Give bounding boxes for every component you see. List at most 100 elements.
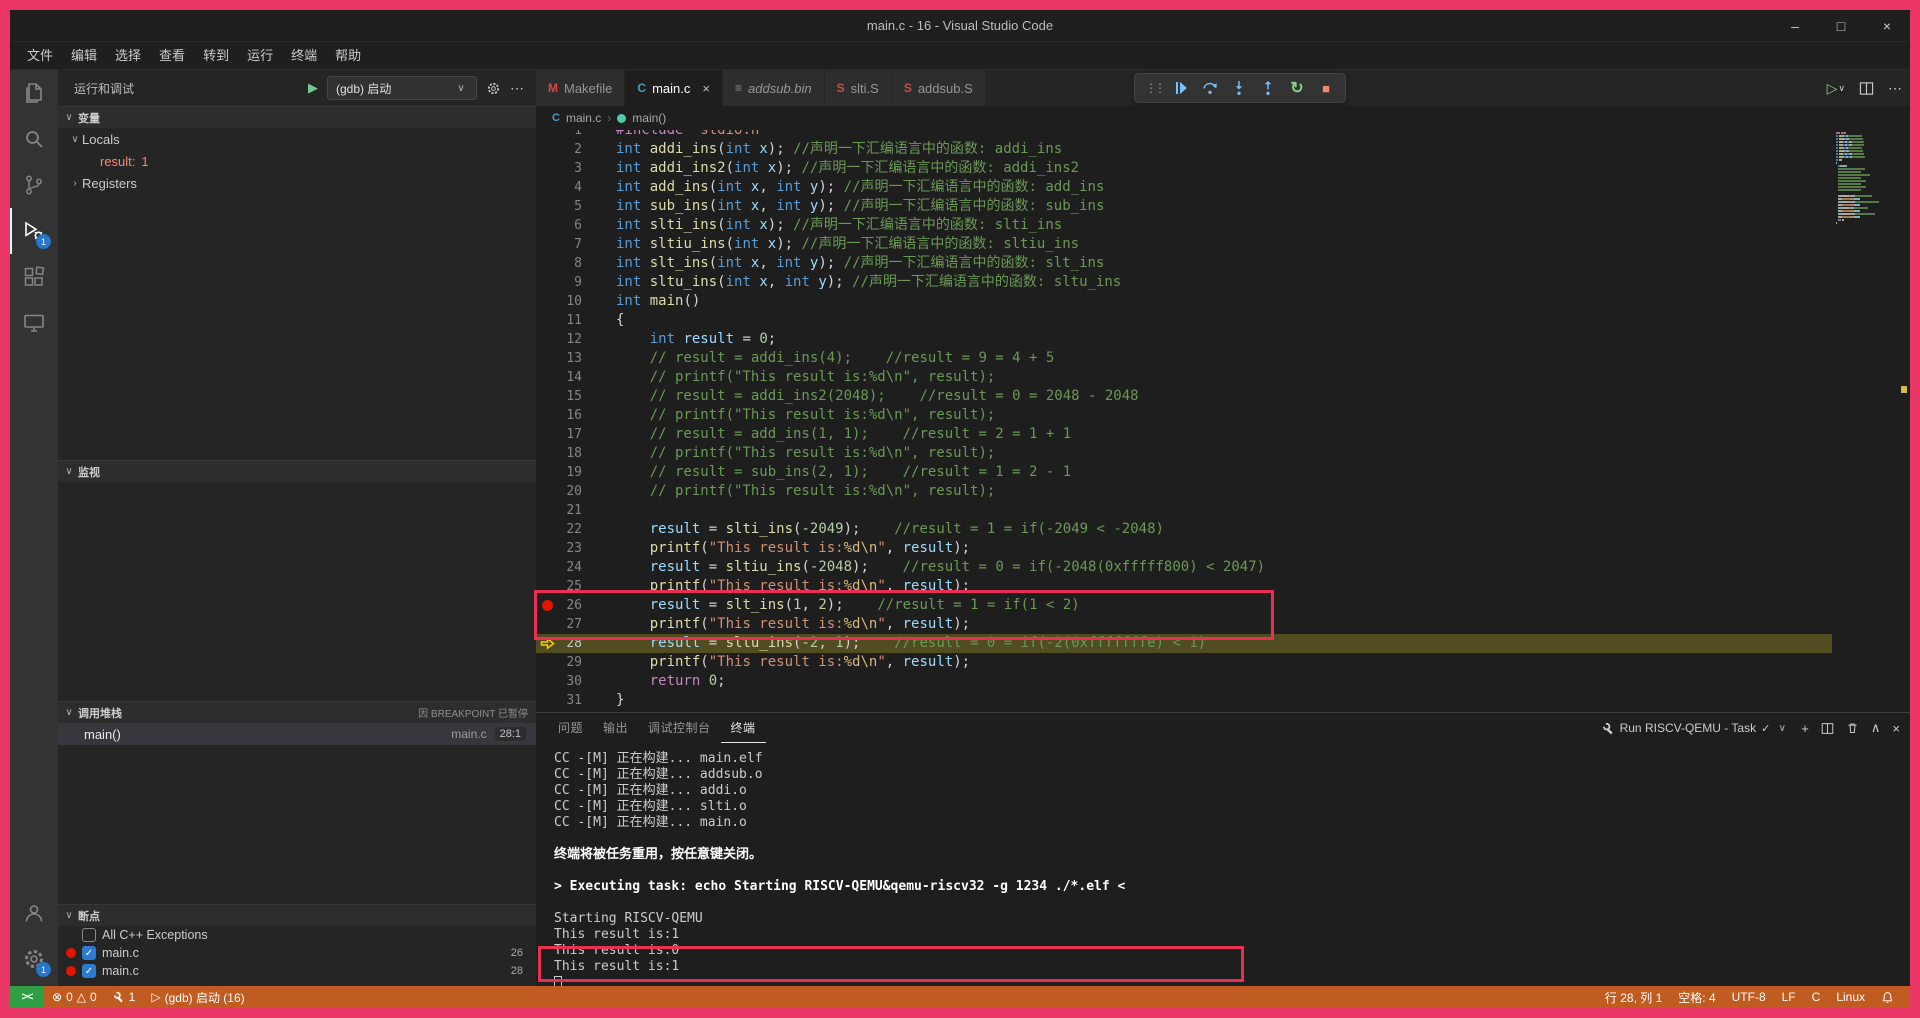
- code-line-4[interactable]: 4int add_ins(int x, int y); //声明一下汇编语言中的…: [536, 178, 1832, 197]
- breakpoint-row[interactable]: ✓main.c28: [58, 962, 536, 980]
- panel-tab-问题[interactable]: 问题: [548, 713, 593, 743]
- step-over-button[interactable]: [1201, 79, 1219, 97]
- glyph-margin[interactable]: [536, 691, 558, 710]
- close-tab-icon[interactable]: ×: [702, 81, 710, 96]
- breakpoint-row[interactable]: All C++ Exceptions: [58, 926, 536, 944]
- maximize-button[interactable]: □: [1818, 10, 1864, 42]
- code-line-17[interactable]: 17 // result = add_ins(1, 1); //result =…: [536, 425, 1832, 444]
- tab-addsub.bin[interactable]: ≡addsub.bin: [723, 70, 825, 106]
- glyph-margin[interactable]: [536, 292, 558, 311]
- code-line-8[interactable]: 8int slt_ins(int x, int y); //声明一下汇编语言中的…: [536, 254, 1832, 273]
- configure-gear-icon[interactable]: [486, 81, 501, 96]
- breakpoint-row[interactable]: ✓main.c26: [58, 944, 536, 962]
- code-line-25[interactable]: 25 printf("This result is:%d\n", result)…: [536, 577, 1832, 596]
- code-line-24[interactable]: 24 result = sltiu_ins(-2048); //result =…: [536, 558, 1832, 577]
- tab-addsub.S[interactable]: Saddsub.S: [892, 70, 986, 106]
- code-line-18[interactable]: 18 // printf("This result is:%d\n", resu…: [536, 444, 1832, 463]
- code-line-16[interactable]: 16 // printf("This result is:%d\n", resu…: [536, 406, 1832, 425]
- glyph-margin[interactable]: [536, 539, 558, 558]
- panel-tab-输出[interactable]: 输出: [593, 713, 638, 743]
- variables-section-header[interactable]: ∨ 变量: [58, 106, 536, 128]
- code-line-1[interactable]: 1#include "stdio.h": [536, 130, 1832, 140]
- code-line-19[interactable]: 19 // result = sub_ins(2, 1); //result =…: [536, 463, 1832, 482]
- panel-tab-调试控制台[interactable]: 调试控制台: [638, 713, 721, 743]
- tab-main.c[interactable]: Cmain.c×: [625, 70, 723, 106]
- breadcrumb-file[interactable]: main.c: [566, 111, 601, 125]
- split-editor-icon[interactable]: [1859, 81, 1874, 96]
- code-line-3[interactable]: 3int addi_ins2(int x); //声明一下汇编语言中的函数: a…: [536, 159, 1832, 178]
- glyph-margin[interactable]: [536, 254, 558, 273]
- variable-result[interactable]: result: 1: [58, 150, 536, 172]
- menu-item[interactable]: 文件: [18, 45, 62, 67]
- glyph-margin[interactable]: [536, 463, 558, 482]
- extensions-icon[interactable]: [10, 254, 58, 300]
- glyph-margin[interactable]: [536, 387, 558, 406]
- breakpoint-checkbox[interactable]: [82, 928, 96, 942]
- eol-indicator[interactable]: LF: [1774, 990, 1804, 1004]
- glyph-margin[interactable]: [536, 501, 558, 520]
- menu-item[interactable]: 转到: [194, 45, 238, 67]
- code-line-23[interactable]: 23 printf("This result is:%d\n", result)…: [536, 539, 1832, 558]
- registers-group[interactable]: › Registers: [58, 172, 536, 194]
- breadcrumb-symbol[interactable]: main(): [632, 111, 666, 125]
- menu-item[interactable]: 帮助: [326, 45, 370, 67]
- tab-Makefile[interactable]: MMakefile: [536, 70, 625, 106]
- settings-gear-icon[interactable]: 1: [10, 936, 58, 982]
- language-mode[interactable]: C: [1804, 990, 1829, 1004]
- code-line-5[interactable]: 5int sub_ins(int x, int y); //声明一下汇编语言中的…: [536, 197, 1832, 216]
- glyph-margin[interactable]: [536, 368, 558, 387]
- breadcrumb[interactable]: C main.c › main(): [536, 106, 1910, 130]
- code-line-28[interactable]: 28 result = sltu_ins(-2, 1); //result = …: [536, 634, 1832, 653]
- watch-section-header[interactable]: ∨ 监视: [58, 460, 536, 482]
- glyph-margin[interactable]: [536, 273, 558, 292]
- remote-indicator[interactable]: ><: [10, 986, 44, 1008]
- tab-slti.S[interactable]: Sslti.S: [825, 70, 892, 106]
- panel-tab-终端[interactable]: 终端: [721, 713, 766, 743]
- more-actions-icon[interactable]: ⋯: [1888, 80, 1902, 97]
- glyph-margin[interactable]: [536, 615, 558, 634]
- search-icon[interactable]: [10, 116, 58, 162]
- glyph-margin[interactable]: [536, 197, 558, 216]
- breakpoints-section-header[interactable]: ∨ 断点: [58, 904, 536, 926]
- continue-button[interactable]: [1172, 79, 1190, 97]
- code-line-11[interactable]: 11{: [536, 311, 1832, 330]
- menu-item[interactable]: 查看: [150, 45, 194, 67]
- source-control-icon[interactable]: [10, 162, 58, 208]
- callstack-section-header[interactable]: ∨ 调用堆栈 因 BREAKPOINT 已暂停: [58, 701, 536, 723]
- terminal[interactable]: CC -[M] 正在构建... main.elfCC -[M] 正在构建... …: [536, 743, 1910, 986]
- glyph-margin[interactable]: [536, 330, 558, 349]
- account-icon[interactable]: [10, 890, 58, 936]
- step-out-button[interactable]: [1259, 79, 1277, 97]
- glyph-margin[interactable]: [536, 235, 558, 254]
- split-terminal-icon[interactable]: [1821, 722, 1834, 735]
- code-line-7[interactable]: 7int sltiu_ins(int x); //声明一下汇编语言中的函数: s…: [536, 235, 1832, 254]
- glyph-margin[interactable]: [536, 216, 558, 235]
- glyph-margin[interactable]: [536, 577, 558, 596]
- indentation[interactable]: 空格: 4: [1670, 989, 1723, 1006]
- glyph-margin[interactable]: [536, 520, 558, 539]
- glyph-margin[interactable]: [536, 425, 558, 444]
- kill-terminal-icon[interactable]: [1846, 721, 1859, 735]
- code-line-29[interactable]: 29 printf("This result is:%d\n", result)…: [536, 653, 1832, 672]
- cursor-position[interactable]: 行 28, 列 1: [1597, 989, 1670, 1006]
- problems-indicator[interactable]: ⊗ 0 △ 0: [44, 990, 105, 1004]
- menu-item[interactable]: 选择: [106, 45, 150, 67]
- close-window-button[interactable]: ×: [1864, 10, 1910, 42]
- start-debugging-button[interactable]: ▶: [308, 80, 318, 96]
- code-line-30[interactable]: 30 return 0;: [536, 672, 1832, 691]
- glyph-margin[interactable]: [536, 482, 558, 501]
- step-into-button[interactable]: [1230, 79, 1248, 97]
- code-line-14[interactable]: 14 // printf("This result is:%d\n", resu…: [536, 368, 1832, 387]
- minimap[interactable]: [1834, 132, 1896, 225]
- breakpoint-checkbox[interactable]: ✓: [82, 946, 96, 960]
- run-file-button[interactable]: ▷ ∨: [1827, 80, 1845, 97]
- glyph-margin[interactable]: [536, 311, 558, 330]
- notifications-bell-icon[interactable]: [1873, 991, 1902, 1004]
- glyph-margin[interactable]: [536, 444, 558, 463]
- code-line-13[interactable]: 13 // result = addi_ins(4); //result = 9…: [536, 349, 1832, 368]
- code-line-12[interactable]: 12 int result = 0;: [536, 330, 1832, 349]
- close-panel-icon[interactable]: ×: [1892, 721, 1900, 736]
- stack-frame-main[interactable]: main() main.c 28:1: [58, 723, 536, 745]
- code-line-6[interactable]: 6int slti_ins(int x); //声明一下汇编语言中的函数: sl…: [536, 216, 1832, 235]
- code-line-27[interactable]: 27 printf("This result is:%d\n", result)…: [536, 615, 1832, 634]
